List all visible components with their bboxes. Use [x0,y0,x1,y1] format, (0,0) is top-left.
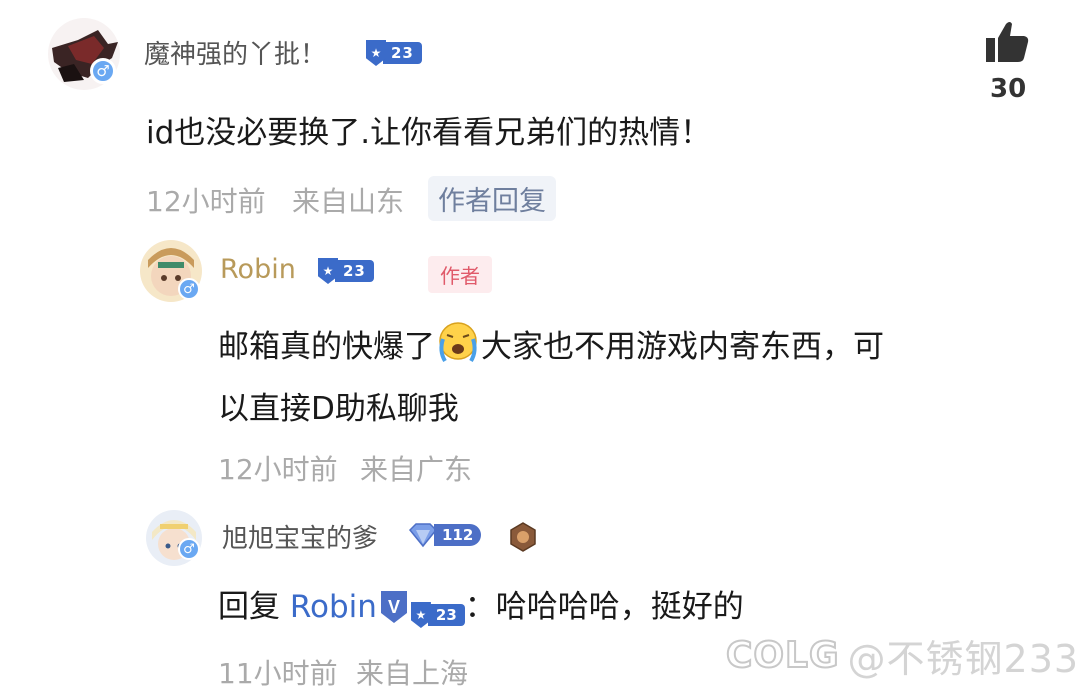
reply-text-line2: 以直接D助私聊我 [218,391,459,427]
reply-location: 来自上海 [356,657,469,690]
reply-text-part2: 大家也不用游戏内寄东西，可 [481,329,884,365]
verified-v-icon: V [379,582,409,623]
male-gender-icon: ♂ [178,278,200,300]
colg-logo: COLG [725,634,840,677]
reply-body: ：哈哈哈哈，挺好的 [464,589,744,625]
like-count: 30 [990,74,1027,104]
reply-time: 12小时前 [218,453,338,486]
level-badge: 112 [408,522,482,548]
svg-text:V: V [388,597,400,617]
reply-username[interactable]: 旭旭宝宝的爹 [222,518,378,555]
watermark-handle: @不锈钢233 [847,637,1080,681]
reply-text: 回复 Robin V ★ 23 ：哈哈哈哈，挺好的 [218,576,744,638]
level-badge: ★ 23 [366,40,422,66]
like-button[interactable] [984,20,1032,68]
comment-location: 来自山东 [292,185,405,218]
reply-target-link[interactable]: Robin [290,589,377,625]
level-badge: ★ 23 [410,602,465,628]
comment-text: id也没必要换了.让你看看兄弟们的热情！ [146,115,712,151]
reply-time: 11小时前 [218,657,338,690]
thumbs-up-icon [986,22,1029,62]
author-reply-tag[interactable]: 作者回复 [428,176,556,221]
reply-text-part1: 邮箱真的快爆了 [218,329,435,365]
reply-prefix: 回复 [218,589,280,625]
author-tag: 作者 [428,256,492,293]
watermark: COLG @不锈钢233 [725,628,1080,683]
reply-username[interactable]: Robin [220,254,296,285]
comment-username[interactable]: 魔神强的丫批！ [144,34,326,71]
reply-text: 邮箱真的快爆了 大家也不用游戏内寄东西，可 以直接D助私聊我 [218,316,884,440]
male-gender-icon: ♂ [90,58,116,84]
comment-time: 12小时前 [146,185,266,218]
level-badge: ★ 23 [318,258,374,284]
reply-location: 来自广东 [360,453,473,486]
crying-emoji-icon [435,321,481,363]
medal-icon [508,522,538,552]
male-gender-icon: ♂ [178,538,200,560]
